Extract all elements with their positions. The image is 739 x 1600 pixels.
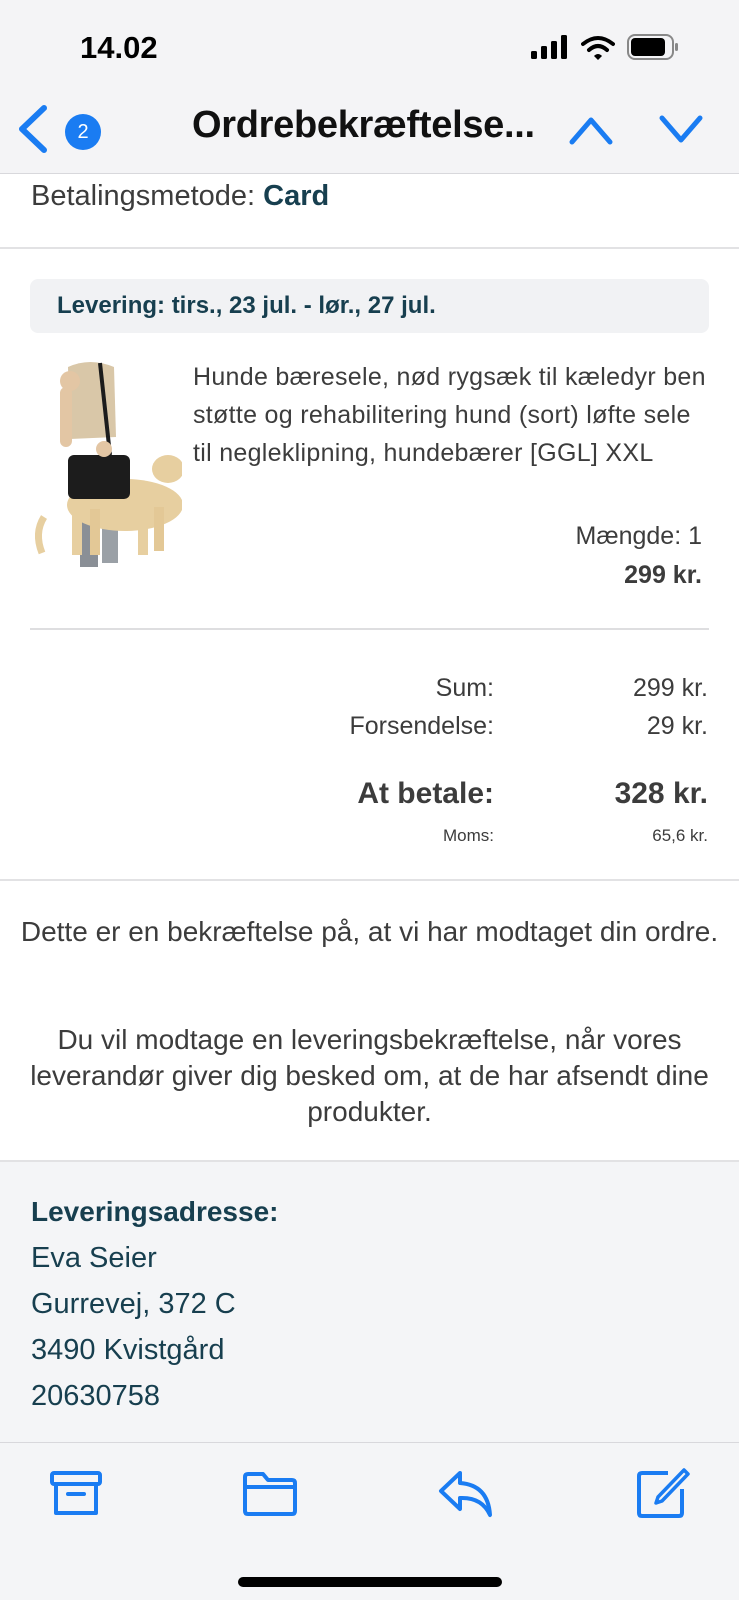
total-label: At betale: xyxy=(357,777,494,810)
shipping-value: 29 kr. xyxy=(646,712,708,740)
product-image[interactable] xyxy=(30,357,182,569)
product-description[interactable]: Hunde bæresele, nød rygsæk til kæledyr b… xyxy=(193,358,713,472)
vat-value: 65,6 kr. xyxy=(652,826,708,845)
reply-icon[interactable] xyxy=(438,1467,494,1519)
vat-label: Moms: xyxy=(443,826,494,845)
archive-icon[interactable] xyxy=(48,1467,104,1519)
bottom-toolbar xyxy=(0,1442,739,1600)
wifi-icon xyxy=(581,35,615,60)
top-bar: 14.02 2 Ordrebekræftelse... xyxy=(0,0,739,174)
product-price: 299 kr. xyxy=(624,561,702,589)
section-divider xyxy=(0,247,739,249)
payment-method-value: Card xyxy=(263,180,330,212)
shipping-notice-message: Du vil modtage en leveringsbekræftelse, … xyxy=(30,1024,709,1127)
chevron-up-icon[interactable] xyxy=(568,112,614,146)
address-heading: Leveringsadresse: xyxy=(31,1196,279,1227)
battery-icon xyxy=(627,34,678,60)
home-indicator[interactable] xyxy=(238,1577,502,1587)
totals-divider xyxy=(30,628,709,630)
delivery-address-section: Leveringsadresse: Eva Seier Gurrevej, 37… xyxy=(0,1160,739,1442)
chevron-left-icon[interactable] xyxy=(14,104,54,154)
delivery-banner: Levering: tirs., 23 jul. - lør., 27 jul. xyxy=(30,279,709,333)
total-value: 328 kr. xyxy=(614,777,708,810)
chevron-down-icon[interactable] xyxy=(658,112,704,146)
payment-method-label: Betalingsmetode: xyxy=(31,180,256,212)
sum-value: 299 kr. xyxy=(632,674,708,702)
address-name: Eva Seier xyxy=(31,1242,157,1274)
status-time: 14.02 xyxy=(80,30,158,65)
shipping-label: Forsendelse: xyxy=(349,712,494,740)
address-phone[interactable]: 20630758 xyxy=(31,1380,160,1413)
sum-label: Sum: xyxy=(435,674,494,702)
email-subject-title: Ordrebekræftelse... xyxy=(192,104,535,146)
compose-icon[interactable] xyxy=(636,1467,692,1519)
payment-method-row: Betalingsmetode: Card xyxy=(31,180,329,213)
confirmation-message: Dette er en bekræftelse på, at vi har mo… xyxy=(20,916,719,947)
address-street[interactable]: Gurrevej, 372 C xyxy=(31,1288,236,1321)
delivery-dates: Levering: tirs., 23 jul. - lør., 27 jul. xyxy=(57,292,436,319)
section-divider xyxy=(0,879,739,881)
address-city[interactable]: 3490 Kvistgård xyxy=(31,1334,224,1367)
cellular-signal-icon xyxy=(531,35,567,59)
unread-badge[interactable]: 2 xyxy=(65,114,101,150)
folder-icon[interactable] xyxy=(242,1467,298,1519)
status-icons xyxy=(531,34,679,60)
product-quantity: Mængde: 1 xyxy=(575,522,702,550)
